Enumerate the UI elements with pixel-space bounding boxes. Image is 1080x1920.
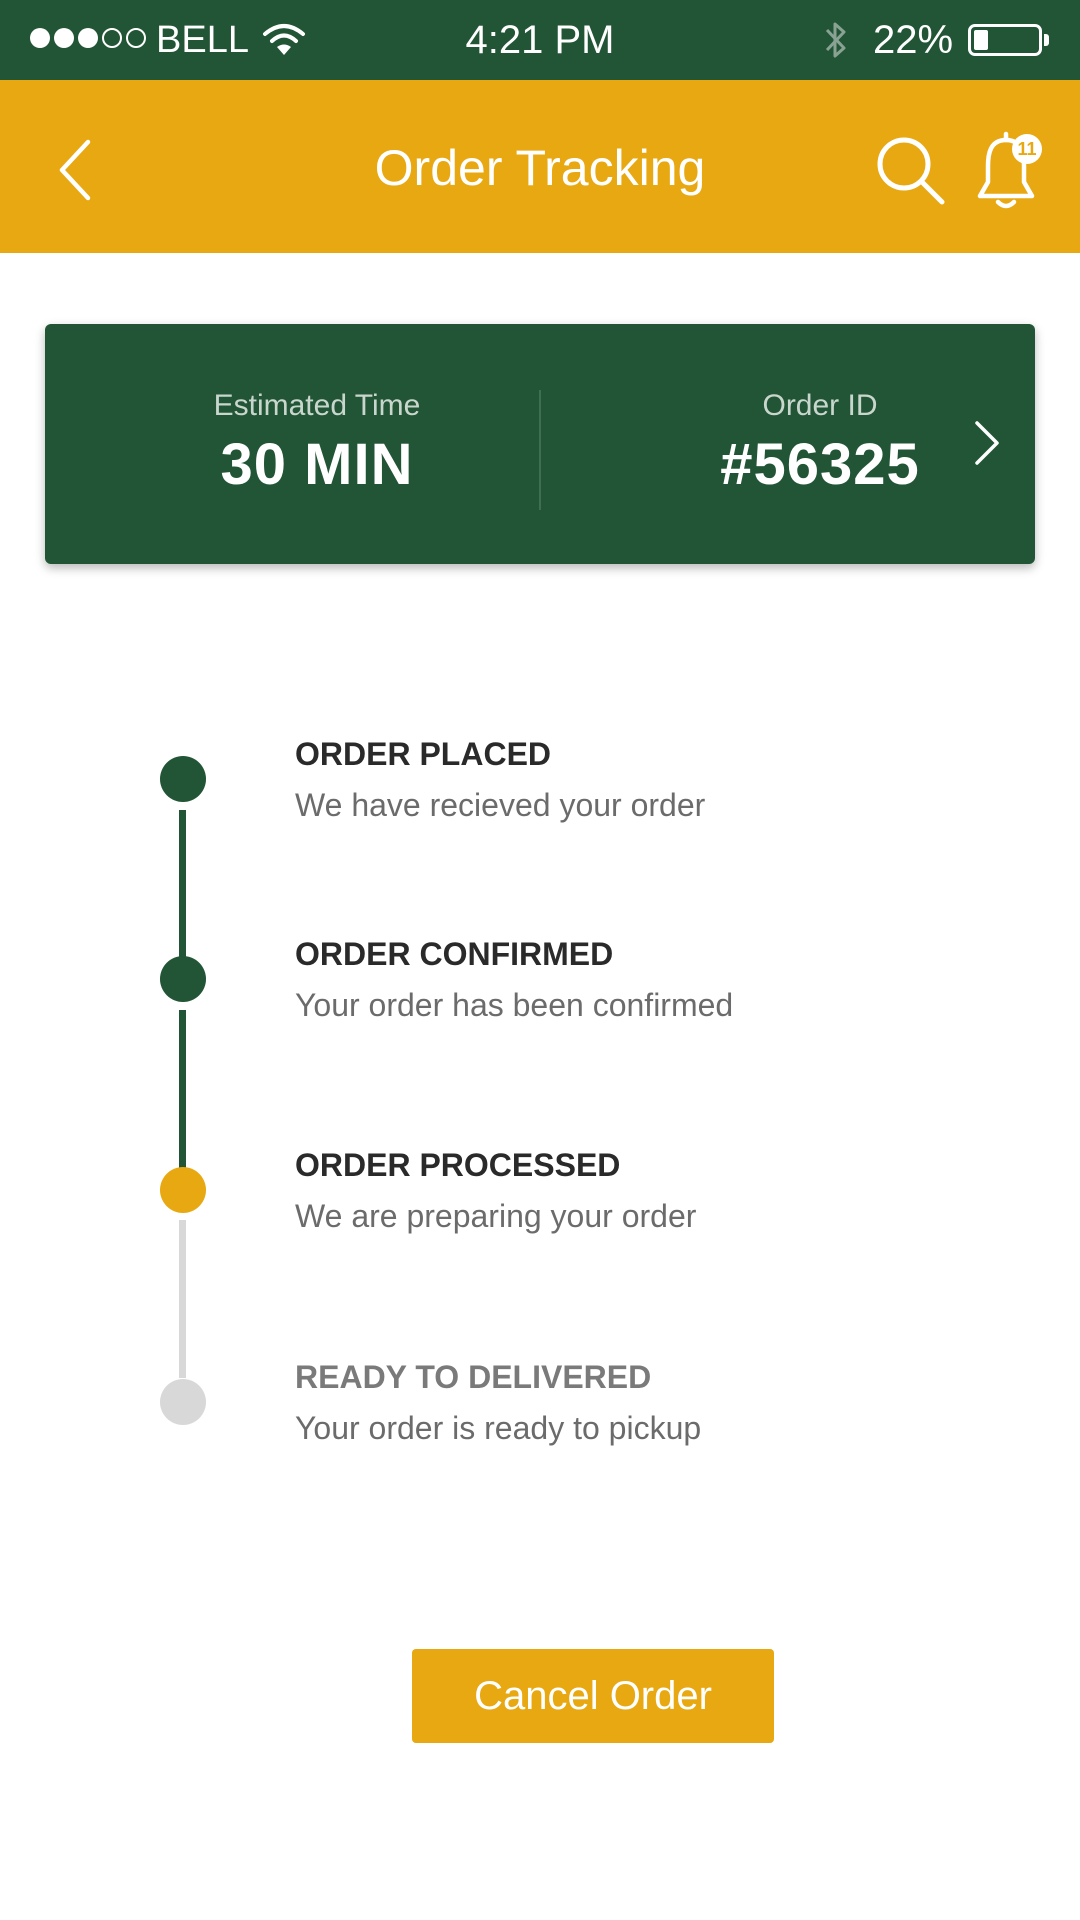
search-icon bbox=[877, 137, 945, 205]
battery-icon bbox=[968, 24, 1042, 56]
battery-percentage: 22% bbox=[873, 18, 954, 62]
step-description-order-placed: We have recieved your order bbox=[295, 787, 706, 823]
order-id-section: Order ID #56325 bbox=[620, 388, 1020, 500]
notifications-button[interactable]: 11 bbox=[966, 126, 1056, 216]
timeline-connector-2 bbox=[179, 1010, 186, 1168]
search-button[interactable] bbox=[872, 132, 952, 212]
estimated-time-value: 30 MIN bbox=[220, 432, 414, 497]
cancel-order-button[interactable]: Cancel Order bbox=[412, 1649, 774, 1743]
bell-icon bbox=[977, 131, 1035, 209]
order-summary-card[interactable]: Estimated Time 30 MIN Order ID #56325 bbox=[45, 324, 1035, 564]
step-description-ready-to-deliver: Your order is ready to pickup bbox=[295, 1410, 702, 1446]
step-title-order-processed: ORDER PROCESSED bbox=[295, 1147, 621, 1183]
bluetooth-icon bbox=[822, 18, 850, 67]
timeline-dot-order-placed bbox=[160, 756, 206, 802]
estimated-time-section: Estimated Time 30 MIN bbox=[117, 388, 517, 500]
timeline-dot-ready-to-deliver bbox=[160, 1379, 206, 1425]
order-id-value: #56325 bbox=[720, 432, 920, 497]
step-description-order-confirmed: Your order has been confirmed bbox=[295, 987, 734, 1023]
order-id-label: Order ID bbox=[762, 389, 878, 422]
battery-level-fill bbox=[974, 30, 988, 50]
status-bar: BELL 4:21 PM 22% bbox=[0, 0, 1080, 80]
timeline-connector-1 bbox=[179, 810, 186, 958]
estimated-time-label: Estimated Time bbox=[213, 389, 421, 422]
timeline-dot-order-processed bbox=[160, 1167, 206, 1213]
card-divider bbox=[539, 390, 541, 510]
step-title-order-confirmed: ORDER CONFIRMED bbox=[295, 936, 614, 972]
step-title-order-placed: ORDER PLACED bbox=[295, 736, 552, 772]
chevron-right-icon bbox=[975, 421, 999, 465]
timeline-dot-order-confirmed bbox=[160, 956, 206, 1002]
step-description-order-processed: We are preparing your order bbox=[295, 1198, 697, 1234]
notification-badge: 11 bbox=[1012, 134, 1042, 164]
order-timeline: ORDER PLACED We have recieved your order… bbox=[0, 700, 1080, 1500]
battery-tip bbox=[1044, 34, 1049, 46]
timeline-connector-3 bbox=[179, 1220, 186, 1378]
app-header: Order Tracking 11 bbox=[0, 80, 1080, 253]
step-title-ready-to-deliver: READY TO DELIVERED bbox=[295, 1359, 652, 1395]
